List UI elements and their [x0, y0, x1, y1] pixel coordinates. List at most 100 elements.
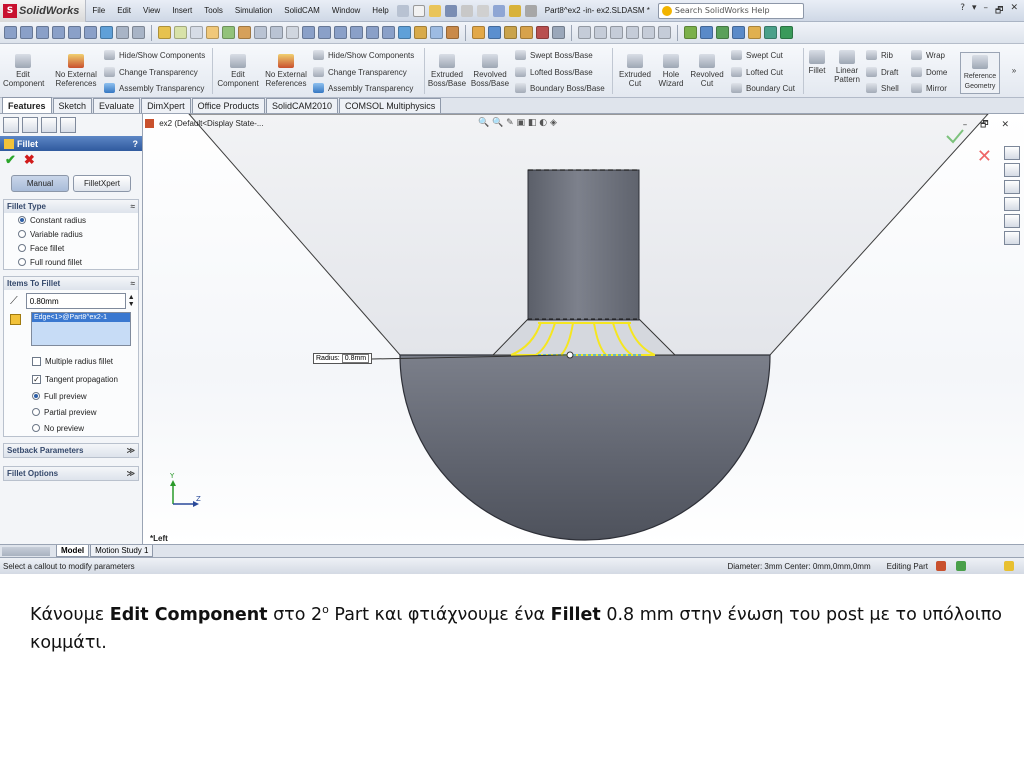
pin-icon[interactable] — [396, 4, 409, 17]
menu-view[interactable]: View — [137, 6, 166, 15]
view-front-icon[interactable] — [578, 26, 591, 39]
view-top-icon[interactable] — [642, 26, 655, 39]
menu-solidcam[interactable]: SolidCAM — [278, 6, 326, 15]
items-to-fillet-header[interactable]: Items To Fillet ≈ — [4, 277, 138, 290]
tangent-propagation-checkbox[interactable]: ✓ Tangent propagation — [4, 370, 138, 388]
photoview-icon[interactable] — [764, 26, 777, 39]
comsol-icon[interactable] — [748, 26, 761, 39]
smart-fasteners-icon[interactable] — [52, 26, 65, 39]
mate-icon[interactable] — [20, 26, 33, 39]
panel-help-button[interactable]: ? — [133, 139, 139, 149]
decal-icon[interactable] — [446, 26, 459, 39]
menu-insert[interactable]: Insert — [166, 6, 198, 15]
edit-component-button-2[interactable]: Edit Component — [216, 54, 260, 88]
extruded-boss-button[interactable]: Extruded Boss/Base — [427, 54, 467, 88]
no-external-references-button[interactable]: No External References — [52, 54, 100, 88]
point-icon[interactable] — [334, 26, 347, 39]
custom-properties-icon[interactable] — [1004, 231, 1020, 245]
menu-file[interactable]: File — [86, 6, 111, 15]
cancel-button[interactable]: ✖ — [24, 152, 35, 168]
hemisphere-body[interactable] — [399, 354, 771, 541]
cam-icon[interactable] — [700, 26, 713, 39]
rebuild-icon[interactable] — [508, 4, 521, 17]
menu-help[interactable]: Help — [366, 6, 394, 15]
open-icon[interactable] — [428, 4, 441, 17]
tab-office-products[interactable]: Office Products — [191, 98, 265, 113]
revolved-cut-button[interactable]: Revolved Cut — [688, 54, 726, 88]
edit-component-button[interactable]: Edit Component — [3, 54, 44, 88]
solidworks-logo[interactable]: S SolidWorks — [0, 0, 87, 22]
coordinate-system-icon[interactable] — [350, 26, 363, 39]
assembly-transparency-button[interactable]: Assembly Transparency — [104, 83, 204, 93]
rebuild-status-icon[interactable] — [936, 561, 946, 571]
reference-geometry-icon[interactable] — [116, 26, 129, 39]
tab-scroll-arrows[interactable] — [2, 546, 50, 556]
callout-value[interactable]: 0.8mm — [341, 354, 370, 363]
model-viewport[interactable] — [143, 114, 1024, 544]
routing-icon[interactable] — [472, 26, 485, 39]
toolbox-icon[interactable] — [504, 26, 517, 39]
move-component-icon[interactable] — [68, 26, 81, 39]
extruded-cut-button[interactable]: Extruded Cut — [615, 54, 655, 88]
hide-show-components-button-2[interactable]: Hide/Show Components — [313, 50, 414, 60]
radio-full-round-fillet[interactable]: Full round fillet — [4, 255, 138, 269]
file-explorer-icon[interactable] — [520, 26, 533, 39]
addins-icon[interactable] — [780, 26, 793, 39]
undo-icon[interactable] — [492, 4, 505, 17]
tab-model[interactable]: Model — [56, 545, 90, 557]
boundary-boss-button[interactable]: Boundary Boss/Base — [515, 83, 605, 93]
notes-status-icon[interactable] — [1004, 561, 1014, 571]
plane-icon[interactable] — [302, 26, 315, 39]
smart-dimension-icon[interactable] — [238, 26, 251, 39]
lofted-cut-button[interactable]: Lofted Cut — [731, 67, 783, 77]
assembly-features-icon[interactable] — [100, 26, 113, 39]
select-icon[interactable] — [476, 4, 489, 17]
help-button[interactable]: ? — [960, 3, 965, 19]
edge-handle[interactable] — [566, 351, 574, 359]
filletxpert-mode-button[interactable]: FilletXpert — [73, 174, 131, 192]
copy-icon[interactable] — [190, 26, 203, 39]
sketch-icon[interactable] — [222, 26, 235, 39]
edges-selection-list[interactable]: Edge<1>@Part8^ex2-1 — [31, 312, 131, 346]
view-isometric-icon[interactable] — [658, 26, 671, 39]
display-manager-icon[interactable] — [60, 117, 76, 133]
boundary-cut-button[interactable]: Boundary Cut — [731, 83, 795, 93]
radio-constant-radius[interactable]: Constant radius — [4, 213, 138, 227]
mate-reference-icon[interactable] — [366, 26, 379, 39]
help-dropdown-button[interactable]: ▾ — [972, 3, 977, 19]
wrap-button[interactable]: Wrap — [911, 50, 945, 60]
print-icon[interactable] — [460, 4, 473, 17]
file-explorer-icon[interactable] — [1004, 180, 1020, 194]
new-motion-study-icon[interactable] — [132, 26, 145, 39]
show-hidden-icon[interactable] — [84, 26, 97, 39]
appearances-icon[interactable] — [1004, 214, 1020, 228]
configuration-manager-icon[interactable] — [41, 117, 57, 133]
radius-callout[interactable]: Radius: 0.8mm — [313, 353, 373, 364]
menu-tools[interactable]: Tools — [198, 6, 229, 15]
measure-icon[interactable] — [254, 26, 267, 39]
feature-manager-icon[interactable] — [3, 117, 19, 133]
cancel-corner-icon[interactable]: ✕ — [977, 146, 992, 167]
tab-solidcam2010[interactable]: SolidCAM2010 — [265, 98, 339, 113]
setback-parameters-header[interactable]: Setback Parameters ≫ — [4, 444, 138, 457]
radio-variable-radius[interactable]: Variable radius — [4, 227, 138, 241]
design-library-icon[interactable] — [1004, 163, 1020, 177]
view-palette-icon[interactable] — [536, 26, 549, 39]
scene-icon[interactable] — [430, 26, 443, 39]
restore-button[interactable]: 🗗 — [995, 3, 1003, 19]
rib-button[interactable]: Rib — [866, 50, 893, 60]
explode-icon[interactable] — [270, 26, 283, 39]
radio-no-preview[interactable]: No preview — [4, 420, 138, 436]
reference-geometry-button[interactable]: Reference Geometry — [960, 52, 1000, 94]
interference-icon[interactable] — [286, 26, 299, 39]
open-folder-icon[interactable] — [158, 26, 171, 39]
new-part-icon[interactable] — [206, 26, 219, 39]
no-external-references-button-2[interactable]: No External References — [262, 54, 310, 88]
draft-button[interactable]: Draft — [866, 67, 898, 77]
tab-features[interactable]: Features — [2, 97, 52, 113]
property-manager-icon[interactable] — [22, 117, 38, 133]
radio-face-fillet[interactable]: Face fillet — [4, 241, 138, 255]
search-box[interactable]: Search SolidWorks Help — [657, 2, 804, 19]
solidworks-resources-icon[interactable] — [1004, 146, 1020, 160]
assembly-transparency-button-2[interactable]: Assembly Transparency — [313, 83, 413, 93]
